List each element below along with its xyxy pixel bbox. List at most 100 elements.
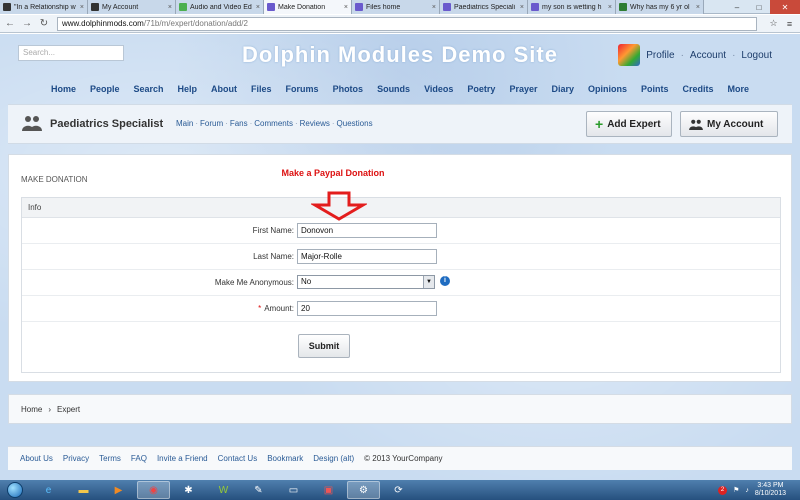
browser-tab[interactable]: Make Donation × [264, 0, 352, 14]
anonymous-select[interactable]: No ▼ [297, 275, 435, 289]
anonymous-row: Make Me Anonymous: No ▼ i [22, 270, 780, 296]
avatar[interactable] [618, 44, 641, 66]
close-tab-icon[interactable]: × [168, 4, 172, 11]
minimize-icon[interactable]: – [726, 0, 748, 14]
app-icon[interactable]: ✱ [172, 481, 205, 499]
form-section-header: Info [22, 198, 780, 218]
nav-item-search[interactable]: Search [133, 84, 163, 98]
menu-icon[interactable]: ≡ [783, 17, 796, 30]
first-name-field[interactable]: Donovon [297, 223, 437, 238]
favicon-icon [355, 3, 363, 11]
footer-link[interactable]: Bookmark [267, 454, 303, 463]
clock[interactable]: 3:43 PM 8/10/2013 [755, 482, 786, 498]
url-field[interactable]: www.dolphinmods.com/71b/m/expert/donatio… [57, 16, 757, 31]
nav-item-help[interactable]: Help [178, 84, 198, 98]
profile-link[interactable]: Profile [646, 50, 674, 61]
reload-icon[interactable]: ↻ [37, 17, 51, 31]
nav-item-points[interactable]: Points [641, 84, 669, 98]
account-link[interactable]: Account [690, 50, 726, 61]
refresh-app-icon[interactable]: ⟳ [382, 481, 415, 499]
amount-row: * Amount: 20 [22, 296, 780, 322]
nav-item-files[interactable]: Files [251, 84, 272, 98]
close-tab-icon[interactable]: × [80, 4, 84, 11]
expert-link-main[interactable]: Main [176, 119, 193, 128]
nav-item-forums[interactable]: Forums [286, 84, 319, 98]
maximize-icon[interactable]: □ [748, 0, 770, 14]
breadcrumb: Home › Expert [8, 394, 792, 424]
nav-item-people[interactable]: People [90, 84, 120, 98]
close-tab-icon[interactable]: × [432, 4, 436, 11]
nav-item-diary[interactable]: Diary [551, 84, 574, 98]
expert-header: Paediatrics Specialist Main · Forum · Fans · C… [8, 104, 792, 144]
close-tab-icon[interactable]: × [520, 4, 524, 11]
close-window-icon[interactable]: ✕ [770, 0, 800, 14]
nav-item-about[interactable]: About [211, 84, 237, 98]
nav-item-prayer[interactable]: Prayer [509, 84, 537, 98]
browser-tab[interactable]: Paediatrics Speciali × [440, 0, 528, 14]
browser-tab[interactable]: Audio and Video Ed × [176, 0, 264, 14]
users-icon [689, 119, 703, 130]
footer-link[interactable]: About Us [20, 454, 53, 463]
close-tab-icon[interactable]: × [696, 4, 700, 11]
back-icon[interactable]: ← [3, 17, 17, 31]
media-player-icon[interactable]: ▶ [102, 481, 135, 499]
expert-link-questions[interactable]: Questions [337, 119, 373, 128]
nav-item-sounds[interactable]: Sounds [377, 84, 410, 98]
add-expert-button[interactable]: + Add Expert [586, 111, 672, 137]
page-title: MAKE DONATION [21, 175, 88, 184]
expert-link-reviews[interactable]: Reviews [300, 119, 330, 128]
expert-link-comments[interactable]: Comments [254, 119, 293, 128]
browser-tab[interactable]: "In a Relationship w × [0, 0, 88, 14]
amount-field[interactable]: 20 [297, 301, 437, 316]
browser-tab[interactable]: my son is wetting h × [528, 0, 616, 14]
url-path: /71b/m/expert/donation/add/2 [143, 19, 248, 28]
nav-item-poetry[interactable]: Poetry [467, 84, 495, 98]
footer-link[interactable]: Invite a Friend [157, 454, 208, 463]
nav-item-credits[interactable]: Credits [683, 84, 714, 98]
star-icon[interactable]: ☆ [767, 17, 780, 30]
expert-link-forum[interactable]: Forum [200, 119, 223, 128]
expert-link-fans[interactable]: Fans [230, 119, 248, 128]
nav-item-opinions[interactable]: Opinions [588, 84, 627, 98]
close-tab-icon[interactable]: × [344, 4, 348, 11]
favicon-icon [179, 3, 187, 11]
browser-tab[interactable]: Why has my 6 yr ol × [616, 0, 704, 14]
paypal-label: Make a Paypal Donation [265, 163, 401, 183]
browser-tab[interactable]: My Account × [88, 0, 176, 14]
start-button[interactable] [0, 480, 30, 500]
window-app-icon[interactable]: ▭ [277, 481, 310, 499]
close-tab-icon[interactable]: × [608, 4, 612, 11]
folder-icon[interactable]: ▬ [67, 481, 100, 499]
office-icon[interactable]: ▣ [312, 481, 345, 499]
logout-link[interactable]: Logout [741, 50, 772, 61]
volume-icon[interactable]: ♪ [745, 487, 749, 494]
nav-item-more[interactable]: More [728, 84, 750, 98]
paint-icon[interactable]: ✎ [242, 481, 275, 499]
last-name-field[interactable]: Major-Rolle [297, 249, 437, 264]
footer-link[interactable]: Privacy [63, 454, 89, 463]
footer-link[interactable]: FAQ [131, 454, 147, 463]
forward-icon[interactable]: → [20, 17, 34, 31]
ie-icon[interactable]: e [32, 481, 65, 499]
expert-links: Main · Forum · Fans · Comments · Reviews · Questio… [176, 119, 373, 128]
my-account-button[interactable]: My Account [680, 111, 778, 137]
flag-icon[interactable]: ⚑ [733, 486, 739, 494]
notification-badge[interactable]: 2 [718, 485, 728, 495]
footer-link[interactable]: Design (alt) [313, 454, 354, 463]
browser-tab[interactable]: Files home × [352, 0, 440, 14]
breadcrumb-home[interactable]: Home [21, 405, 42, 414]
chrome-icon[interactable]: ◉ [137, 481, 170, 499]
nav-item-videos[interactable]: Videos [424, 84, 453, 98]
submit-button[interactable]: Submit [298, 334, 350, 358]
footer-link[interactable]: Contact Us [218, 454, 258, 463]
address-bar-row: ← → ↻ www.dolphinmods.com/71b/m/expert/d… [0, 15, 800, 33]
word-app-icon[interactable]: W [207, 481, 240, 499]
expert-name: Paediatrics Specialist [50, 118, 164, 130]
nav-item-home[interactable]: Home [51, 84, 76, 98]
favicon-icon [531, 3, 539, 11]
close-tab-icon[interactable]: × [256, 4, 260, 11]
info-icon[interactable]: i [440, 276, 450, 286]
nav-item-photos[interactable]: Photos [333, 84, 364, 98]
footer-link[interactable]: Terms [99, 454, 121, 463]
settings-app-icon[interactable]: ⚙ [347, 481, 380, 499]
